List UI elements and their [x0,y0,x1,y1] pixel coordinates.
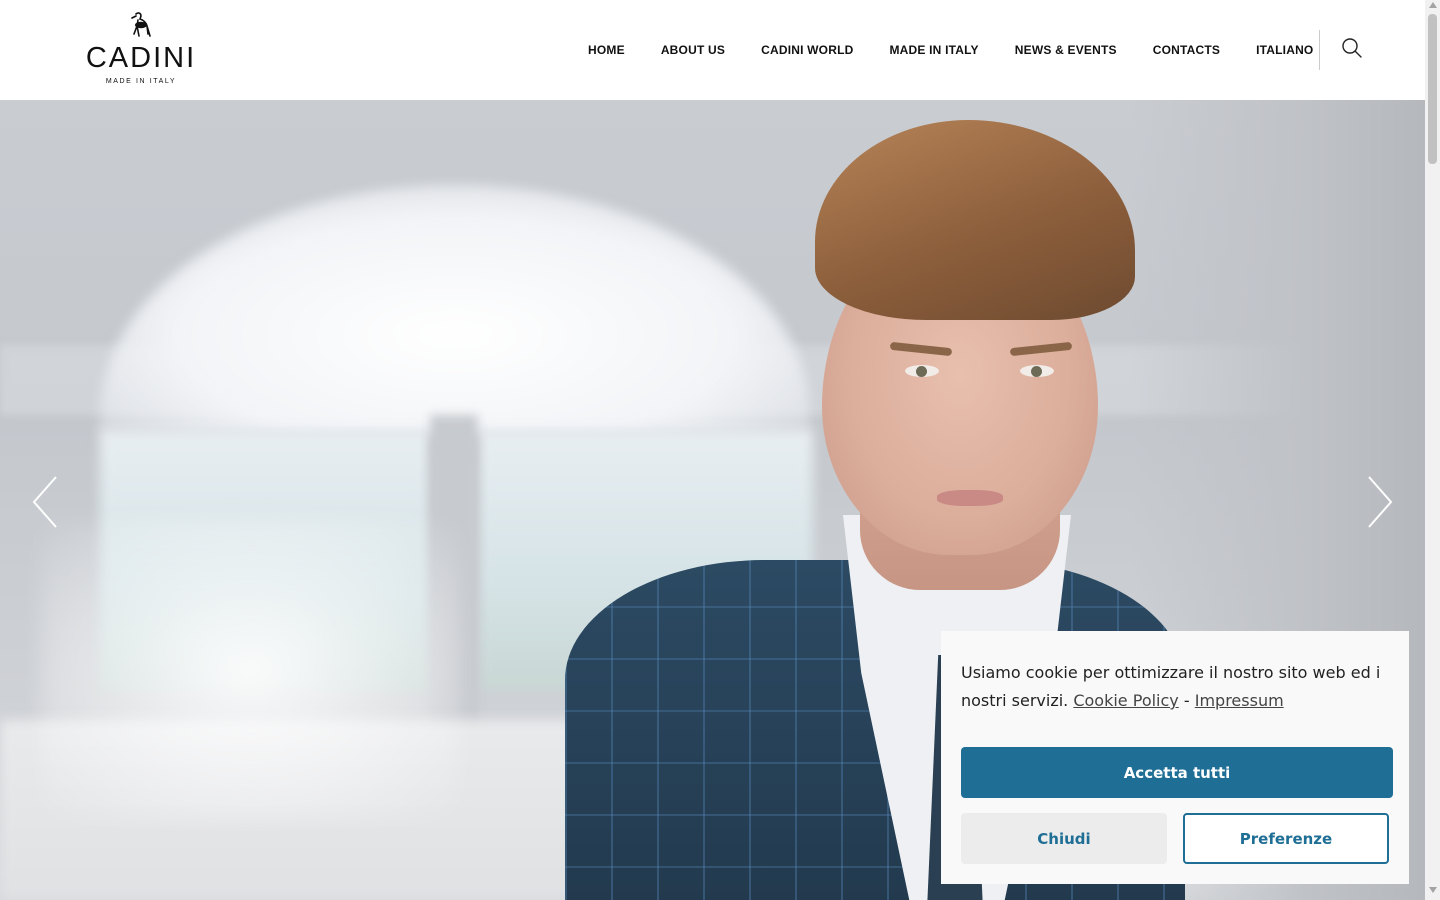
search-button[interactable] [1340,36,1364,60]
nav-item-about-us[interactable]: ABOUT US [661,43,725,57]
scrollbar-thumb[interactable] [1428,14,1437,164]
slider-prev-button[interactable] [30,475,60,529]
model-eye [1020,365,1054,377]
chevron-left-icon [32,476,57,528]
cookie-link-separator: - [1183,691,1190,710]
scroll-down-arrow-icon[interactable] [1429,887,1437,893]
slider-next-button[interactable] [1365,475,1395,529]
brand-name: CADINI [85,42,197,74]
accept-all-button[interactable]: Accetta tutti [961,747,1393,798]
site-header: CADINI MADE IN ITALY HOME ABOUT US CADIN… [0,0,1425,100]
nav-divider [1319,30,1320,70]
model-lips [937,490,1003,506]
scroll-up-arrow-icon[interactable] [1429,2,1437,8]
nav-item-news-events[interactable]: NEWS & EVENTS [1015,43,1117,57]
nav-item-home[interactable]: HOME [588,43,625,57]
page-scrollbar[interactable] [1425,0,1440,900]
brand-logo[interactable]: CADINI MADE IN ITALY [80,12,202,88]
cookie-banner: Usiamo cookie per ottimizzare il nostro … [941,631,1409,884]
brand-tagline: MADE IN ITALY [105,78,177,85]
preferences-button[interactable]: Preferenze [1183,813,1389,864]
nav-item-cadini-world[interactable]: CADINI WORLD [761,43,853,57]
cookie-message-block: Usiamo cookie per ottimizzare il nostro … [961,659,1389,715]
impressum-link[interactable]: Impressum [1195,691,1284,710]
cookie-policy-link[interactable]: Cookie Policy [1073,691,1178,710]
hero-bg-light [40,520,460,820]
search-icon [1342,38,1362,58]
nav-item-language[interactable]: ITALIANO [1256,43,1313,57]
chevron-right-icon [1368,476,1393,528]
horse-logo-icon [131,12,151,37]
model-eye [905,365,939,377]
model-hair [815,120,1135,320]
close-button[interactable]: Chiudi [961,813,1167,864]
main-nav: HOME ABOUT US CADINI WORLD MADE IN ITALY… [570,0,1331,100]
nav-item-contacts[interactable]: CONTACTS [1153,43,1220,57]
nav-item-made-in-italy[interactable]: MADE IN ITALY [889,43,978,57]
